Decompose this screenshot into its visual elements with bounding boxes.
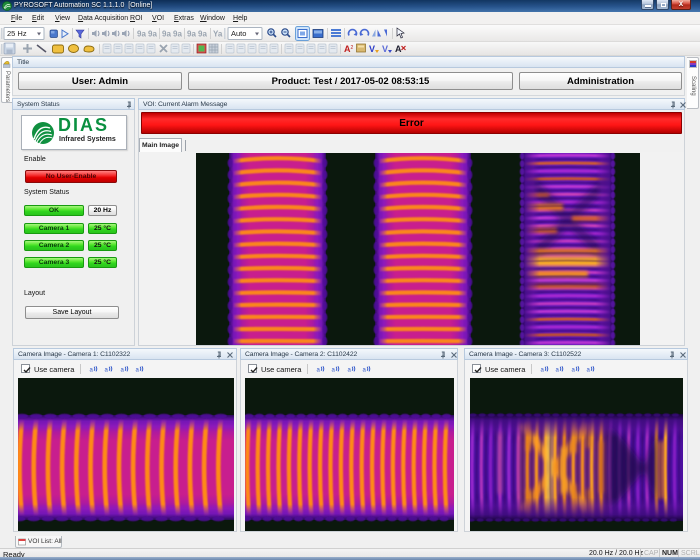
svg-text:a: a — [105, 368, 109, 374]
svg-text:V: V — [382, 44, 388, 54]
svg-text:a: a — [332, 368, 336, 374]
svg-text:9a: 9a — [187, 30, 196, 39]
svg-text:Auto: Auto — [231, 29, 246, 38]
svg-text:a: a — [121, 368, 125, 374]
svg-text:a: a — [541, 368, 545, 374]
svg-text:9a: 9a — [148, 30, 157, 39]
svg-text:9a: 9a — [162, 30, 171, 39]
svg-text:9a: 9a — [137, 30, 146, 39]
svg-text:a: a — [90, 368, 94, 374]
svg-text:a: a — [572, 368, 576, 374]
svg-text:a: a — [348, 368, 352, 374]
svg-text:a: a — [587, 368, 591, 374]
svg-text:a: a — [136, 368, 140, 374]
svg-text:V: V — [369, 44, 375, 54]
svg-text:a: a — [556, 368, 560, 374]
svg-text:Ya: Ya — [213, 30, 223, 39]
svg-text:25 Hz: 25 Hz — [7, 29, 27, 38]
svg-text:A: A — [395, 44, 402, 54]
svg-text:9a: 9a — [198, 30, 207, 39]
svg-text:a: a — [363, 368, 367, 374]
svg-text:2: 2 — [351, 45, 354, 51]
svg-text:9a: 9a — [173, 30, 182, 39]
svg-text:a: a — [317, 368, 321, 374]
